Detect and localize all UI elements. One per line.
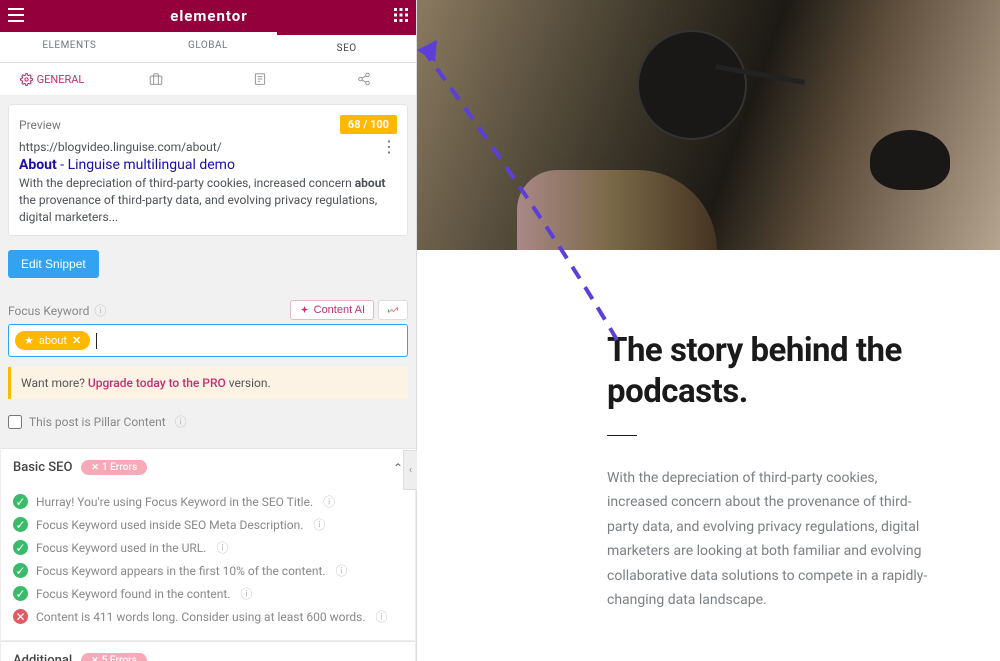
section-head-additional[interactable]: Additional ✕5 Errors ⌄ [1,641,415,661]
trend-icon [387,304,399,316]
remove-chip-icon[interactable]: ✕ [72,334,81,347]
error-badge: ✕5 Errors [81,653,147,661]
help-icon[interactable]: ⓘ [94,304,106,318]
seo-check-item: ✓Focus Keyword appears in the first 10% … [13,559,403,582]
panel-tabs: ELEMENTS GLOBAL SEO [0,32,416,63]
edit-snippet-button[interactable]: Edit Snippet [8,250,99,278]
chevron-down-icon: ⌄ [393,654,403,661]
subtab-document[interactable] [208,63,312,95]
divider [607,435,637,436]
sparkle-icon [299,305,310,316]
subtab-share[interactable] [312,63,416,95]
collapse-panel-handle[interactable]: ‹ [403,450,417,490]
help-icon[interactable]: ⓘ [336,562,348,579]
help-icon[interactable]: ⓘ [323,493,335,510]
help-icon[interactable]: ⓘ [216,539,228,556]
tab-global[interactable]: GLOBAL [139,32,278,62]
seo-check-item: ✓Focus Keyword found in the content. ⓘ [13,582,403,605]
section-basic-seo: Basic SEO ✕1 Errors ⌃ ✓Hurray! You're us… [0,448,416,641]
focus-keyword-input[interactable]: ★ about ✕ [8,324,408,357]
logo: elementor [170,7,248,25]
seo-check-item: ✓Focus Keyword used inside SEO Meta Desc… [13,513,403,536]
seo-check-item: ✓Hurray! You're using Focus Keyword in t… [13,490,403,513]
pillar-content-row: This post is Pillar Content ⓘ [8,409,408,440]
pillar-checkbox[interactable] [8,415,22,429]
keyword-chip[interactable]: ★ about ✕ [15,331,90,350]
basic-seo-checks: ✓Hurray! You're using Focus Keyword in t… [1,486,415,640]
text-cursor [96,333,97,349]
page-content: The story behind the podcasts. With the … [417,250,1000,653]
upgrade-link[interactable]: Upgrade today to the PRO [88,376,226,390]
panel-content: Preview 68 / 100 https://blogvideo.lingu… [0,96,416,448]
seo-check-item: ✕Content is 411 words long. Consider usi… [13,605,403,628]
apps-grid-icon[interactable] [394,8,408,25]
subtab-general-label: GENERAL [37,73,85,86]
snippet-title: About - Linguise multilingual demo [19,157,397,173]
tab-elements[interactable]: ELEMENTS [0,32,139,62]
check-icon: ✓ [13,563,28,578]
page-body-text: With the depreciation of third-party coo… [607,466,940,613]
page-heading: The story behind the podcasts. [607,330,940,413]
briefcase-icon [149,72,163,86]
help-icon[interactable]: ⓘ [240,585,252,602]
pillar-label: This post is Pillar Content [29,415,166,429]
help-icon[interactable]: ⓘ [313,516,325,533]
content-ai-button[interactable]: Content AI [290,300,374,320]
error-badge: ✕1 Errors [81,460,147,475]
more-icon[interactable]: ⋮ [381,143,397,151]
focus-keyword-label: Focus Keyword [8,304,89,318]
check-icon: ✓ [13,540,28,555]
check-icon: ✓ [13,586,28,601]
seo-score-badge: 68 / 100 [340,115,397,134]
subtab-briefcase[interactable] [104,63,208,95]
panel-header: elementor [0,0,416,32]
hero-image [417,0,1000,250]
check-icon: ✓ [13,494,28,509]
snippet-preview-card: Preview 68 / 100 https://blogvideo.lingu… [8,104,408,236]
section-head-basic[interactable]: Basic SEO ✕1 Errors ⌃ [1,448,415,486]
subtab-general[interactable]: GENERAL [0,63,104,95]
help-icon[interactable]: ⓘ [376,608,388,625]
snippet-description: With the depreciation of third-party coo… [19,175,397,225]
upgrade-notice: Want more? Upgrade today to the PRO vers… [8,367,408,399]
elementor-panel: elementor ELEMENTS GLOBAL SEO GENERAL Pr… [0,0,417,661]
help-icon[interactable]: ⓘ [175,413,187,430]
seo-check-item: ✓Focus Keyword used in the URL. ⓘ [13,536,403,559]
gear-icon [20,73,33,86]
tab-seo[interactable]: SEO [277,32,416,62]
trends-button[interactable] [378,300,408,320]
share-icon [357,72,371,86]
star-icon: ★ [24,334,34,347]
cross-icon: ✕ [13,609,28,624]
chevron-up-icon: ⌃ [393,461,403,475]
hamburger-icon[interactable] [8,8,24,25]
preview-label: Preview [19,118,61,132]
focus-keyword-row: Focus Keyword ⓘ Content AI [8,296,408,324]
seo-subtabs: GENERAL [0,63,416,96]
document-icon [253,72,267,86]
page-preview: ‹ The story behind the podcasts. With th… [417,0,1000,661]
snippet-url: https://blogvideo.linguise.com/about/ ⋮ [19,140,397,154]
check-icon: ✓ [13,517,28,532]
